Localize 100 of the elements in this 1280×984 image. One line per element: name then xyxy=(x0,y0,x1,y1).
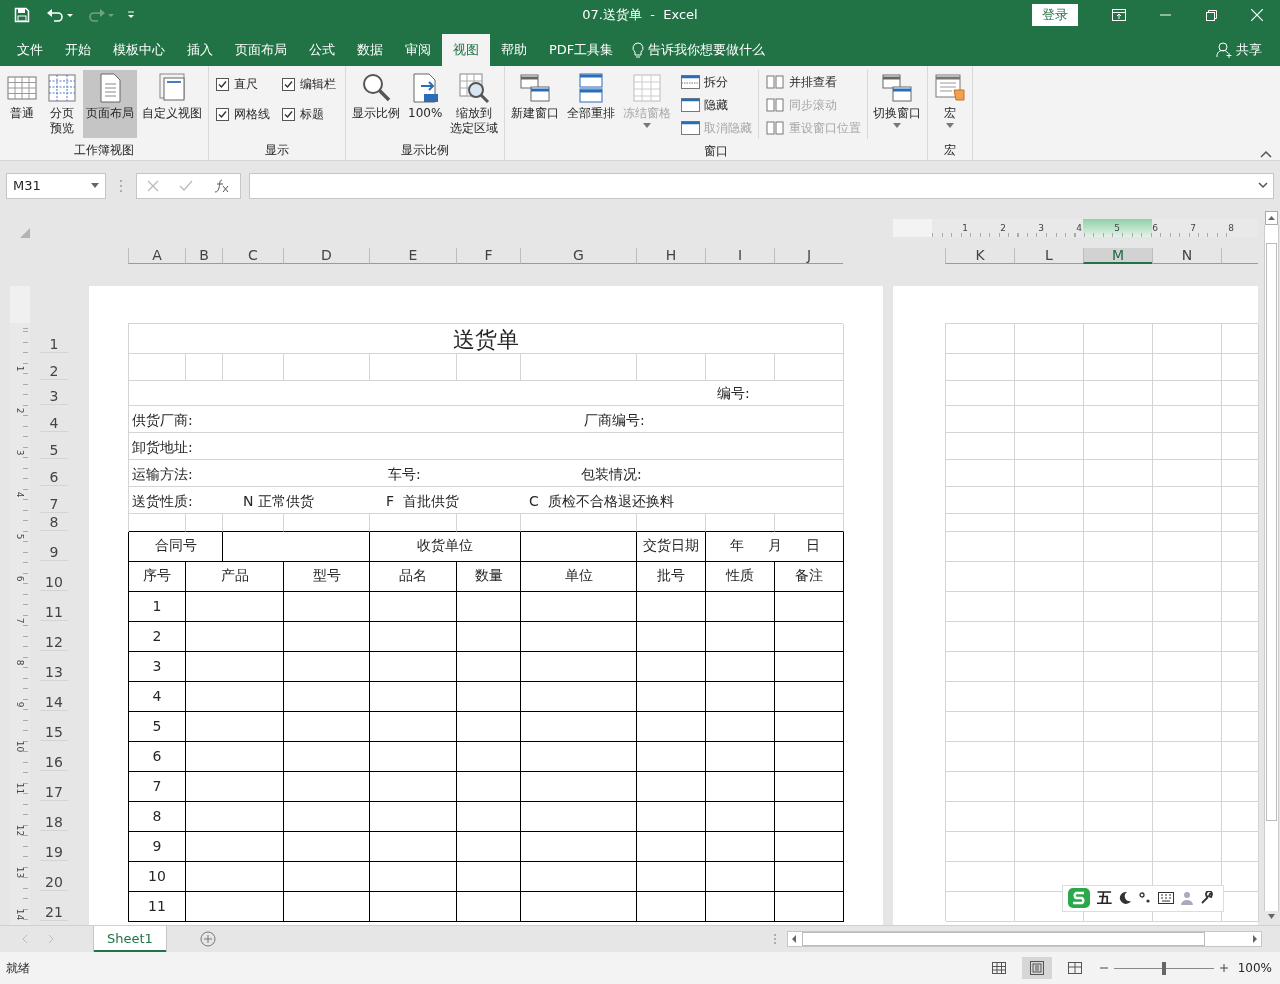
keyboard-icon[interactable] xyxy=(1158,892,1174,905)
row-header[interactable]: 9 xyxy=(40,530,68,561)
menu-tab[interactable]: 页面布局 xyxy=(224,33,298,66)
s-logo-icon[interactable] xyxy=(1067,887,1091,910)
ribbon-button[interactable]: 显示比例 xyxy=(349,69,403,138)
row-header[interactable]: 21 xyxy=(40,890,68,921)
column-header[interactable]: F xyxy=(456,247,520,264)
horizontal-scrollbar[interactable] xyxy=(787,931,1262,948)
row-header[interactable]: 6 xyxy=(40,458,68,486)
add-sheet-icon[interactable] xyxy=(199,931,216,948)
ribbon-button[interactable]: 普通 xyxy=(3,69,41,138)
minimize-icon[interactable] xyxy=(1159,14,1171,16)
wrench-icon[interactable] xyxy=(1200,891,1214,906)
caret-icon[interactable] xyxy=(91,183,99,189)
column-header[interactable]: C xyxy=(222,247,283,264)
menu-tab[interactable]: PDF工具集 xyxy=(538,33,625,66)
row-header[interactable]: 20 xyxy=(40,860,68,891)
zoom-in-icon[interactable] xyxy=(1217,962,1230,974)
login-button[interactable]: 登录 xyxy=(1032,4,1078,26)
column-header[interactable]: I xyxy=(705,247,774,264)
ribbon-button[interactable]: 宏 xyxy=(931,69,970,138)
checkbox[interactable] xyxy=(216,108,229,122)
menu-tab[interactable]: 数据 xyxy=(346,33,394,66)
ribbon-small-button[interactable]: 拆分 xyxy=(680,71,753,93)
row-header[interactable]: 8 xyxy=(40,512,68,531)
row-header[interactable]: 11 xyxy=(40,590,68,621)
undo-icon[interactable] xyxy=(46,7,76,23)
page-layout-view-button[interactable] xyxy=(1021,957,1052,979)
column-header[interactable]: J xyxy=(774,247,843,264)
ribbon-button[interactable]: 自定义视图 xyxy=(139,69,205,138)
sheet-cell xyxy=(1015,801,1084,832)
menu-tab[interactable]: 帮助 xyxy=(490,33,538,66)
column-header[interactable]: B xyxy=(185,247,222,264)
ruler-number: 14 xyxy=(15,908,25,921)
ribbon-button[interactable]: 100% xyxy=(405,69,446,138)
column-header[interactable]: N xyxy=(1152,247,1221,264)
form-label: 厂商编号: xyxy=(584,410,645,429)
menu-tab[interactable]: 公式 xyxy=(298,33,346,66)
check-icon[interactable] xyxy=(179,179,194,192)
input-mode-label[interactable]: 五 xyxy=(1097,888,1112,908)
row-header[interactable]: 4 xyxy=(40,404,68,432)
row-header[interactable]: 19 xyxy=(40,830,68,861)
row-header[interactable]: 5 xyxy=(40,431,68,459)
collapse-icon[interactable] xyxy=(1260,149,1272,158)
sheet-cell xyxy=(637,353,706,381)
column-header[interactable]: A xyxy=(128,247,185,264)
scroll-up-icon[interactable] xyxy=(1265,210,1278,225)
menu-tab[interactable]: 开始 xyxy=(54,33,102,66)
column-header[interactable]: M xyxy=(1083,247,1152,264)
menu-tab[interactable]: 审阅 xyxy=(394,33,442,66)
menu-tab[interactable]: 插入 xyxy=(176,33,224,66)
menu-tab[interactable]: 文件 xyxy=(6,33,54,66)
row-header[interactable]: 12 xyxy=(40,620,68,651)
ribbon-button[interactable]: 新建窗口 xyxy=(508,69,563,138)
column-header[interactable]: E xyxy=(369,247,456,264)
scrollbar-thumb[interactable] xyxy=(1266,242,1277,822)
checkbox[interactable] xyxy=(216,78,229,92)
checkbox[interactable] xyxy=(282,78,295,92)
restore-icon[interactable] xyxy=(1205,9,1217,21)
formula-field[interactable] xyxy=(249,172,1274,199)
row-header[interactable]: 1 xyxy=(40,322,68,353)
tell-me-search[interactable]: 告诉我你想要做什么 xyxy=(648,40,766,59)
expand-icon[interactable] xyxy=(1258,182,1268,190)
checkbox[interactable] xyxy=(282,108,295,122)
ribbon-button[interactable]: 页面布局 xyxy=(83,69,137,138)
row-header[interactable]: 13 xyxy=(40,650,68,681)
ribbon-display-icon[interactable] xyxy=(1112,9,1126,21)
function-icon[interactable] xyxy=(213,178,230,193)
column-header[interactable]: G xyxy=(520,247,636,264)
zoom-level[interactable]: 100% xyxy=(1237,961,1272,975)
row-header[interactable]: 7 xyxy=(40,485,68,513)
row-header[interactable]: 15 xyxy=(40,710,68,741)
ribbon-button[interactable]: 分页 预览 xyxy=(43,69,81,138)
sheet-cell xyxy=(1084,651,1153,682)
save-icon[interactable] xyxy=(14,7,30,23)
row-header[interactable]: 14 xyxy=(40,680,68,711)
sheet-tab[interactable]: Sheet1 xyxy=(94,926,166,953)
customize-icon[interactable] xyxy=(126,10,136,20)
menu-tab[interactable]: 视图 xyxy=(442,33,490,66)
row-header[interactable]: 18 xyxy=(40,800,68,831)
pages-icon xyxy=(765,96,787,115)
row-header[interactable]: 16 xyxy=(40,740,68,771)
ribbon-button[interactable]: 缩放到 选定区域 xyxy=(447,69,502,138)
moon-icon[interactable] xyxy=(1118,891,1132,906)
row-header[interactable]: 2 xyxy=(40,352,68,380)
column-header[interactable]: H xyxy=(636,247,705,264)
ribbon-button[interactable]: 切换窗口 xyxy=(870,69,925,138)
row-header[interactable]: 17 xyxy=(40,770,68,801)
close-icon[interactable] xyxy=(1251,9,1263,21)
ribbon-button[interactable]: 全部重排 xyxy=(564,69,619,138)
column-header[interactable]: K xyxy=(945,247,1014,264)
sheet-cell xyxy=(1222,711,1259,742)
share-button[interactable]: 共享 xyxy=(1236,40,1262,59)
row-header[interactable]: 10 xyxy=(40,560,68,591)
name-box[interactable]: M31 xyxy=(6,172,106,199)
column-header[interactable]: D xyxy=(283,247,369,264)
row-header[interactable]: 3 xyxy=(40,379,68,405)
ribbon-small-button[interactable]: 并排查看 xyxy=(765,71,862,93)
menu-tab[interactable]: 模板中心 xyxy=(102,33,176,66)
ribbon-small-button[interactable]: 隐藏 xyxy=(680,94,753,116)
